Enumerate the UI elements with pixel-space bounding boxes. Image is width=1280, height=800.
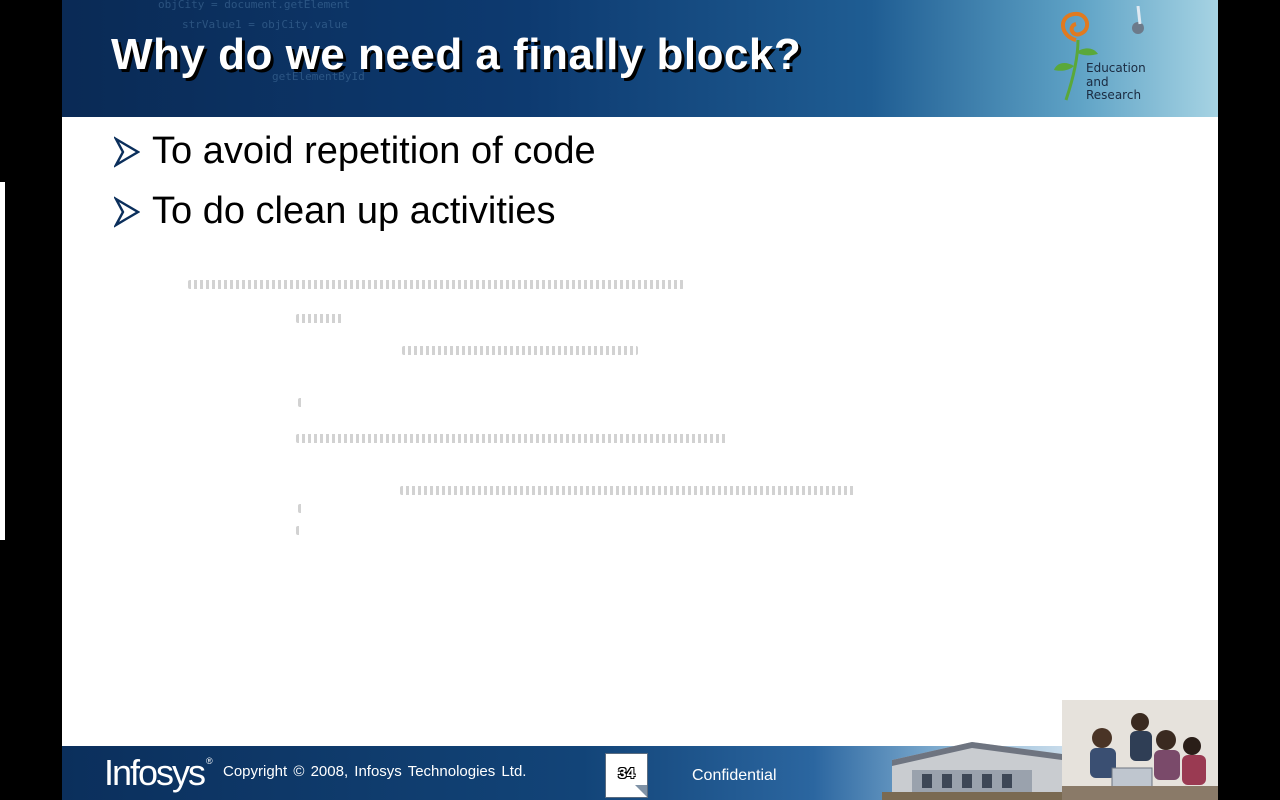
faded-code-line (296, 526, 302, 535)
campus-building-photo (882, 742, 1072, 800)
faded-code-line (298, 504, 304, 513)
arrow-bullet-icon (114, 135, 140, 168)
decorative-code-texture: objCity = document.getElement (158, 0, 351, 11)
confidential-label: Confidential (692, 767, 777, 784)
arrow-bullet-icon (114, 195, 140, 228)
page-number: 34 (618, 765, 635, 782)
page-number-box: 34 (605, 753, 648, 798)
slide-title: Why do we need a finally block? (111, 30, 802, 79)
bullet-item: To avoid repetition of code (114, 130, 596, 173)
left-edge-marker (0, 182, 5, 540)
registered-mark: ® (206, 756, 213, 766)
copyright-text: Copyright © 2008, Infosys Technologies L… (223, 763, 527, 780)
faded-code-line (188, 280, 684, 289)
students-group-photo (1062, 700, 1218, 800)
logo-line: Education (1086, 61, 1146, 75)
slide: objCity = document.getElement strValue1 … (62, 0, 1218, 800)
bullet-text: To avoid repetition of code (152, 130, 596, 172)
logo-line: and (1086, 74, 1109, 89)
faded-code-line (296, 434, 728, 443)
brand-name: Infosys (104, 752, 206, 793)
bullet-item: To do clean up activities (114, 190, 555, 233)
faded-code-line (402, 346, 638, 355)
slide-header: objCity = document.getElement strValue1 … (62, 0, 1218, 117)
infosys-logo: Infosys ® (104, 752, 213, 794)
logo-line: Research (1086, 88, 1142, 102)
faded-code-line (296, 314, 344, 323)
education-research-logo: Education and Research (1048, 6, 1168, 106)
faded-code-line (298, 398, 304, 407)
logo-text: Education and Research (1086, 61, 1146, 103)
bullet-text: To do clean up activities (152, 190, 556, 232)
faded-code-line (400, 486, 856, 495)
